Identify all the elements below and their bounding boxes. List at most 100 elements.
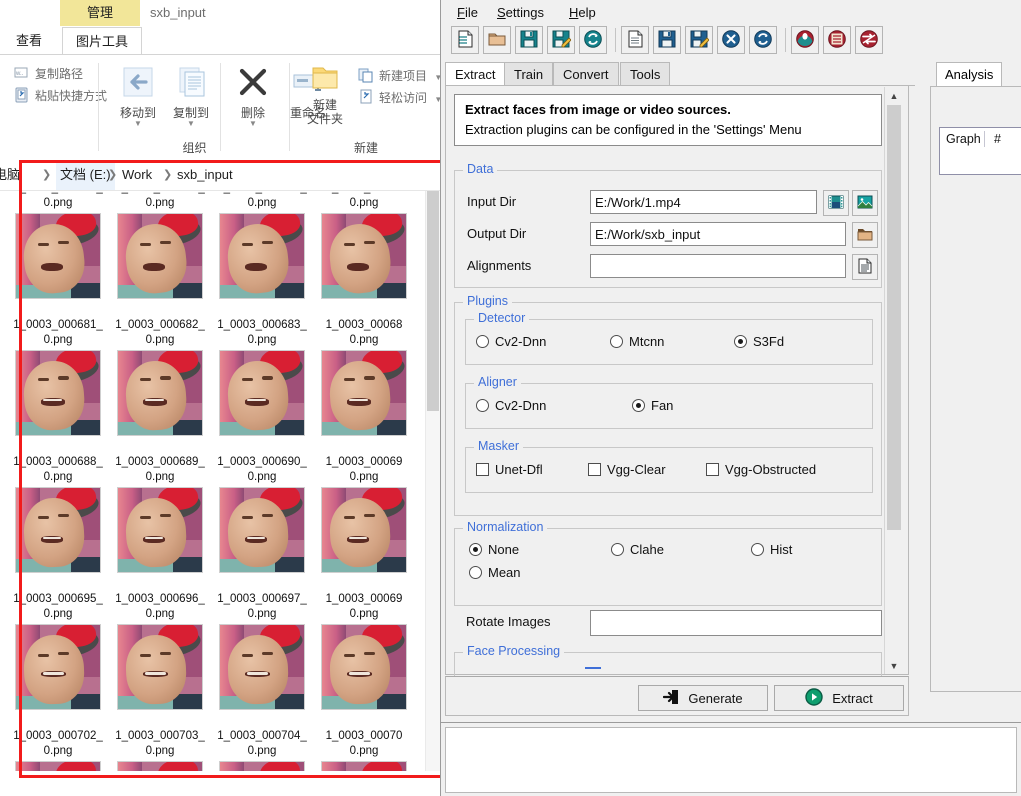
ribbon-copy-path-button[interactable]: w.. 复制路径 xyxy=(14,65,83,82)
radio-icon[interactable] xyxy=(611,543,624,556)
file-item[interactable]: 1_0003_00070 0.png xyxy=(314,729,414,771)
file-item-thumbnail[interactable] xyxy=(117,350,203,436)
file-item[interactable]: 1_0003_000703_ 0.png xyxy=(110,729,210,771)
explorer-scrollbar-thumb[interactable] xyxy=(427,191,439,411)
ribbon-new-item-button[interactable]: 新建项目 ▼ xyxy=(358,67,440,84)
file-item[interactable]: 1_0003_00069 0.png xyxy=(314,592,414,710)
file-item[interactable]: 1_0003_00068 0.png xyxy=(314,318,414,436)
ribbon-easy-access-button[interactable]: 轻松访问 ▼ xyxy=(358,89,440,106)
breadcrumb-item-1[interactable]: 文档 (E:) xyxy=(56,160,115,190)
file-item-thumbnail[interactable] xyxy=(15,761,101,771)
radio-norm-hist[interactable]: Hist xyxy=(751,542,792,557)
panel-scrollbar-thumb[interactable] xyxy=(887,105,901,530)
file-item-thumbnail[interactable] xyxy=(117,761,203,771)
clear-task-button[interactable] xyxy=(717,26,745,54)
train-shortcut-button[interactable] xyxy=(823,26,851,54)
file-item-thumbnail[interactable] xyxy=(15,624,101,710)
file-item[interactable]: 1_0003_000696_ 0.png xyxy=(110,592,210,710)
radio-icon[interactable] xyxy=(469,566,482,579)
tab-extract[interactable]: Extract xyxy=(445,62,506,87)
analysis-table[interactable]: Graph # xyxy=(939,127,1021,175)
breadcrumb-item-3[interactable]: sxb_input xyxy=(177,160,233,190)
radio-detector-s3fd[interactable]: S3Fd xyxy=(734,334,784,349)
tab-convert[interactable]: Convert xyxy=(553,62,619,86)
scroll-down-arrow-icon[interactable]: ▼ xyxy=(885,657,903,674)
analysis-column-separator[interactable] xyxy=(984,131,985,147)
file-item-thumbnail[interactable] xyxy=(117,487,203,573)
file-item[interactable]: 1_0003_000704_ 0.png xyxy=(212,729,312,771)
breadcrumb-item-0[interactable]: 电脑 xyxy=(0,160,20,190)
radio-icon[interactable] xyxy=(476,399,489,412)
analysis-column-graph[interactable]: Graph xyxy=(940,128,981,150)
file-item[interactable]: 1_0003_000690_ 0.png xyxy=(212,455,312,573)
radio-icon[interactable] xyxy=(476,335,489,348)
file-item[interactable]: 1_0003_00067 0.png xyxy=(314,191,414,299)
file-item-thumbnail[interactable] xyxy=(219,350,305,436)
browse-images-button[interactable] xyxy=(852,190,878,216)
ribbon-delete-button[interactable]: 删除 ▼ xyxy=(222,65,284,128)
menu-file[interactable]: File xyxy=(449,0,486,25)
radio-aligner-cv2dnn[interactable]: Cv2-Dnn xyxy=(476,398,546,413)
browse-video-button[interactable] xyxy=(823,190,849,216)
radio-norm-mean[interactable]: Mean xyxy=(469,565,521,580)
breadcrumb[interactable]: 电脑 ❯ 文档 (E:) ❯ Work ❯ sxb_input xyxy=(0,160,440,191)
save-task-button[interactable] xyxy=(653,26,681,54)
file-item-thumbnail[interactable] xyxy=(219,487,305,573)
convert-shortcut-button[interactable] xyxy=(855,26,883,54)
alignments-field[interactable] xyxy=(590,254,846,278)
checkbox-masker-unetdfl[interactable]: Unet-Dfl xyxy=(476,462,543,477)
radio-norm-none[interactable]: None xyxy=(469,542,519,557)
tab-analysis[interactable]: Analysis xyxy=(936,62,1003,87)
file-item-thumbnail[interactable] xyxy=(321,350,407,436)
checkbox-icon[interactable] xyxy=(706,463,719,476)
file-item-thumbnail[interactable] xyxy=(219,624,305,710)
input-dir-field[interactable] xyxy=(590,190,817,214)
explorer-scrollbar[interactable] xyxy=(425,191,440,771)
file-item[interactable]: 1_0003_000675_ 0.png xyxy=(110,191,210,299)
file-item[interactable]: 1_0003_00069 0.png xyxy=(314,455,414,573)
file-item-thumbnail[interactable] xyxy=(321,624,407,710)
ribbon-new-folder-button[interactable]: 新建 文件夹 xyxy=(294,63,356,126)
save-project-button[interactable] xyxy=(515,26,543,54)
radio-icon[interactable] xyxy=(632,399,645,412)
file-item[interactable]: 1_0003_000676_ 0.png xyxy=(212,191,312,299)
menu-help[interactable]: Help xyxy=(561,0,604,25)
reload-project-button[interactable] xyxy=(579,26,607,54)
radio-icon[interactable] xyxy=(610,335,623,348)
output-dir-field[interactable] xyxy=(590,222,846,246)
file-item[interactable]: 1_0003_000702_ 0.png xyxy=(8,729,108,771)
file-item-thumbnail[interactable] xyxy=(15,487,101,573)
checkbox-masker-vggclear[interactable]: Vgg-Clear xyxy=(588,462,666,477)
rotate-images-field[interactable] xyxy=(590,610,882,636)
new-project-button[interactable] xyxy=(451,26,479,54)
ribbon-tab-picture-tools[interactable]: 图片工具 xyxy=(62,27,142,56)
breadcrumb-item-2[interactable]: Work xyxy=(122,160,152,190)
file-item[interactable]: 1_0003_000689_ 0.png xyxy=(110,455,210,573)
file-item-thumbnail[interactable] xyxy=(15,350,101,436)
radio-detector-mtcnn[interactable]: Mtcnn xyxy=(610,334,664,349)
file-item-thumbnail[interactable] xyxy=(15,213,101,299)
radio-detector-cv2dnn[interactable]: Cv2-Dnn xyxy=(476,334,546,349)
chevron-down-icon[interactable]: ▼ xyxy=(160,120,222,128)
open-project-button[interactable] xyxy=(483,26,511,54)
checkbox-icon[interactable] xyxy=(476,463,489,476)
file-item-thumbnail[interactable] xyxy=(117,213,203,299)
analysis-column-count[interactable]: # xyxy=(988,128,1001,150)
file-grid[interactable]: 1_0003_000674_ 0.png 1_0003_000675_ 0.png… xyxy=(0,191,440,771)
save-task-as-button[interactable] xyxy=(685,26,713,54)
radio-icon[interactable] xyxy=(469,543,482,556)
file-item[interactable]: 1_0003_000695_ 0.png xyxy=(8,592,108,710)
browse-output-folder-button[interactable] xyxy=(852,222,878,248)
file-item[interactable]: 1_0003_000674_ 0.png xyxy=(8,191,108,299)
ribbon-paste-shortcut-button[interactable]: 粘贴快捷方式 xyxy=(14,87,107,104)
checkbox-icon[interactable] xyxy=(588,463,601,476)
file-item-thumbnail[interactable] xyxy=(219,213,305,299)
extract-shortcut-button[interactable] xyxy=(791,26,819,54)
file-item[interactable]: 1_0003_000683_ 0.png xyxy=(212,318,312,436)
checkbox-masker-vggobstructed[interactable]: Vgg-Obstructed xyxy=(706,462,816,477)
reload-task-button[interactable] xyxy=(749,26,777,54)
file-item-thumbnail[interactable] xyxy=(117,624,203,710)
browse-alignments-button[interactable] xyxy=(852,254,878,280)
generate-button[interactable]: Generate xyxy=(638,685,768,711)
save-project-as-button[interactable] xyxy=(547,26,575,54)
